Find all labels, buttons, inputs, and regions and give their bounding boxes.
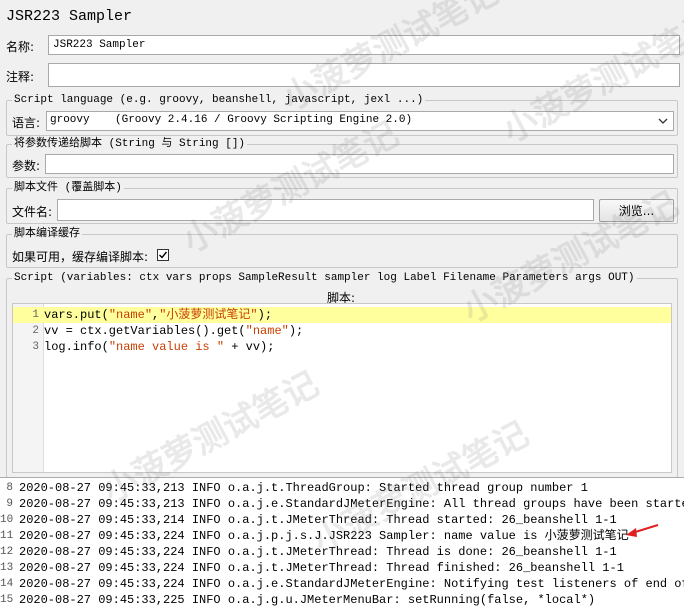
- log-line-text: 2020-08-27 09:45:33,214 INFO o.a.j.t.JMe…: [19, 513, 617, 527]
- log-line: 9 2020-08-27 09:45:33,213 INFO o.a.j.e.St…: [0, 496, 684, 512]
- log-line-text: 2020-08-27 09:45:33,224 INFO o.a.j.t.JMe…: [19, 545, 617, 559]
- window-title: JSR223 Sampler: [6, 8, 133, 25]
- script-language-legend: Script language (e.g. groovy, beanshell,…: [12, 93, 426, 107]
- log-line-text: 2020-08-27 09:45:33,224 INFO o.a.j.e.Sta…: [19, 577, 684, 591]
- red-arrow-icon: [626, 524, 659, 537]
- chevron-down-icon[interactable]: [657, 114, 669, 131]
- string-literal: "name value is ": [108, 340, 225, 354]
- check-icon: [159, 251, 168, 259]
- log-line-number: 10: [0, 514, 14, 526]
- log-line-text: 2020-08-27 09:45:33,225 INFO o.a.j.g.u.J…: [19, 593, 596, 607]
- log-line: 10 2020-08-27 09:45:33,214 INFO o.a.j.t.J…: [0, 512, 684, 528]
- string-literal: "name": [108, 308, 153, 322]
- log-line-text: 2020-08-27 09:45:33,224 INFO o.a.j.p.j.s…: [19, 529, 629, 543]
- string-literal: "name": [245, 324, 289, 338]
- line-number: 3: [32, 341, 39, 353]
- log-line: 15 2020-08-27 09:45:33,225 INFO o.a.j.g.u…: [0, 592, 684, 608]
- name-field[interactable]: JSR223 Sampler: [48, 35, 680, 55]
- log-line-number: 11: [0, 530, 14, 542]
- line-number: 2: [32, 325, 39, 337]
- name-value: JSR223 Sampler: [53, 39, 146, 51]
- log-panel[interactable]: 8 2020-08-27 09:45:33,213 INFO o.a.j.t.Th…: [0, 477, 684, 615]
- script-legend: Script (variables: ctx vars props Sample…: [12, 271, 637, 285]
- code-token: + vv);: [224, 340, 275, 354]
- language-select[interactable]: groovy (Groovy 2.4.16 / Groovy Scripting…: [46, 111, 674, 131]
- comment-label: 注释:: [6, 70, 35, 84]
- script-file-legend: 脚本文件 (覆盖脚本): [12, 181, 124, 195]
- string-literal: "小菠萝测试笔记": [159, 308, 258, 322]
- log-line: 12 2020-08-27 09:45:33,224 INFO o.a.j.t.J…: [0, 544, 684, 560]
- code-token: );: [257, 308, 273, 322]
- browse-button[interactable]: 浏览...: [599, 199, 674, 222]
- code-token: vv = ctx.getVariables().get(: [44, 324, 246, 338]
- log-line-number: 9: [6, 498, 13, 510]
- filename-input[interactable]: [57, 199, 594, 221]
- filename-label: 文件名:: [12, 205, 53, 219]
- log-line-number: 13: [0, 562, 14, 574]
- code-line[interactable]: 1 vars.put("name","小菠萝测试笔记");: [13, 307, 671, 323]
- code-text: log.info("name value is " + vv);: [44, 339, 274, 355]
- name-label: 名称:: [6, 40, 35, 54]
- script-editor[interactable]: 1 vars.put("name","小菠萝测试笔记"); 2 vv = ctx.ge…: [12, 303, 672, 473]
- params-legend: 将参数传递给脚本 (String 与 String []): [12, 137, 248, 151]
- log-line-text: 2020-08-27 09:45:33,213 INFO o.a.j.e.Sta…: [19, 497, 684, 511]
- log-line-number: 14: [0, 578, 14, 590]
- log-line: 8 2020-08-27 09:45:33,213 INFO o.a.j.t.Th…: [0, 480, 684, 496]
- code-text: vv = ctx.getVariables().get("name");: [44, 323, 303, 339]
- comment-field[interactable]: [48, 63, 680, 87]
- log-line: 13 2020-08-27 09:45:33,224 INFO o.a.j.t.J…: [0, 560, 684, 576]
- params-label: 参数:: [12, 159, 41, 173]
- code-line[interactable]: 2 vv = ctx.getVariables().get("name");: [13, 323, 671, 339]
- language-label: 语言:: [12, 116, 41, 130]
- log-line-number: 8: [6, 482, 13, 494]
- log-line: 14 2020-08-27 09:45:33,224 INFO o.a.j.e.S…: [0, 576, 684, 592]
- language-selected-id: groovy: [50, 114, 90, 126]
- code-line[interactable]: 3 log.info("name value is " + vv);: [13, 339, 671, 355]
- log-line-text: 2020-08-27 09:45:33,224 INFO o.a.j.t.JMe…: [19, 561, 624, 575]
- log-line-text: 2020-08-27 09:45:33,213 INFO o.a.j.t.Thr…: [19, 481, 588, 495]
- params-input[interactable]: [45, 154, 674, 174]
- code-token: vars.put(: [44, 308, 109, 322]
- cache-legend: 脚本编译缓存: [12, 227, 82, 241]
- code-token: );: [288, 324, 304, 338]
- cache-label: 如果可用，缓存编译脚本:: [12, 250, 149, 264]
- log-line-number: 15: [0, 594, 14, 606]
- code-text: vars.put("name","小菠萝测试笔记");: [44, 307, 272, 323]
- language-selected-desc: (Groovy 2.4.16 / Groovy Scripting Engine…: [115, 114, 413, 126]
- code-token: log.info(: [44, 340, 109, 354]
- log-line-number: 12: [0, 546, 14, 558]
- log-line: 11 2020-08-27 09:45:33,224 INFO o.a.j.p.j…: [0, 528, 684, 544]
- cache-checkbox[interactable]: [157, 249, 169, 261]
- line-number: 1: [32, 309, 39, 321]
